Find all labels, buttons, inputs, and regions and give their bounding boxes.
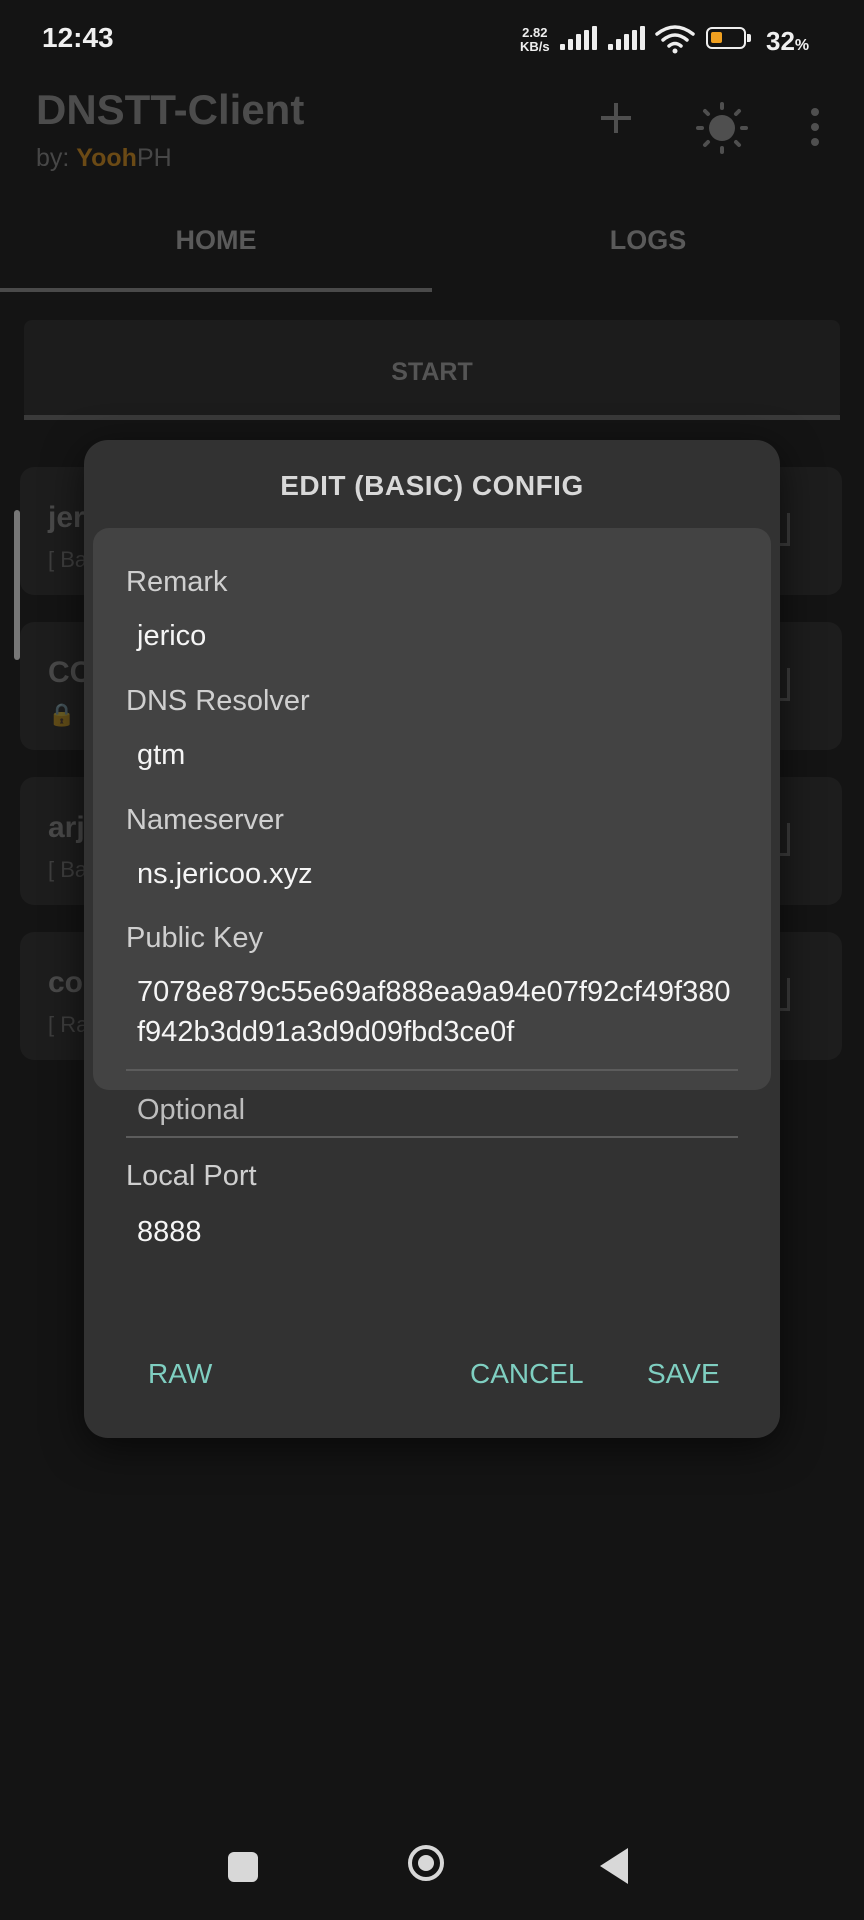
wifi-icon [655, 25, 695, 54]
remark-label: Remark [126, 566, 228, 598]
status-time: 12:43 [42, 22, 114, 53]
tab-home[interactable]: HOME [0, 225, 432, 256]
public-key-field[interactable]: 7078e879c55e69af888ea9a94e07f92cf49f380f… [137, 972, 737, 1052]
dialog-title: EDIT (BASIC) CONFIG [280, 470, 584, 501]
local-port-label: Local Port [126, 1160, 257, 1192]
net-speed: 2.82 KB/s [520, 26, 550, 54]
signal-icon [608, 26, 648, 50]
public-key-label: Public Key [126, 922, 264, 954]
config-card-type: [ Ra [48, 1012, 89, 1037]
app-title: DNSTT-Client [36, 86, 305, 133]
config-form: Remark jerico DNS Resolver gtm Nameserve… [93, 528, 771, 1248]
start-progress-bar [24, 415, 840, 420]
home-button[interactable] [408, 1845, 444, 1881]
config-card-name: arj [48, 811, 85, 844]
tab-logs[interactable]: LOGS [432, 225, 864, 256]
dns-resolver-field[interactable]: gtm [137, 739, 185, 772]
tab-indicator [0, 288, 432, 292]
add-icon[interactable] [598, 100, 634, 136]
edit-config-dialog: EDIT (BASIC) CONFIG Remark jerico DNS Re… [84, 440, 780, 1438]
battery-icon [706, 27, 751, 49]
lock-icon: 🔒 [48, 702, 76, 727]
signal-icon [560, 26, 600, 50]
config-card-type: [ Ba [48, 547, 88, 572]
net-speed-unit: KB/s [520, 39, 550, 54]
more-vert-icon[interactable] [806, 106, 824, 148]
nameserver-field[interactable]: ns.jericoo.xyz [137, 858, 313, 891]
net-speed-value: 2.82 [522, 25, 548, 40]
back-button[interactable] [600, 1848, 628, 1884]
remark-field[interactable]: jerico [137, 620, 206, 653]
nameserver-label: Nameserver [126, 804, 284, 836]
optional-section-label[interactable]: Optional [137, 1094, 245, 1127]
divider [126, 1136, 738, 1138]
app-subtitle: by: YoohPH [36, 144, 172, 172]
start-label: START [391, 358, 473, 386]
raw-button[interactable]: RAW [148, 1358, 212, 1390]
local-port-field[interactable]: 8888 [137, 1216, 202, 1249]
start-button[interactable]: START [24, 320, 840, 420]
brightness-icon[interactable] [696, 102, 748, 154]
dns-resolver-label: DNS Resolver [126, 685, 310, 717]
divider [126, 1069, 738, 1071]
config-card-type: [ Ba [48, 857, 88, 882]
battery-percent: 32% [766, 26, 810, 56]
cancel-button[interactable]: CANCEL [470, 1358, 584, 1390]
status-bar: 12:43 2.82 KB/s 32% [0, 0, 864, 80]
config-card-name: co [48, 966, 84, 999]
recent-apps-button[interactable] [228, 1852, 258, 1882]
save-button[interactable]: SAVE [647, 1358, 720, 1390]
config-card-name: jer [48, 501, 85, 534]
